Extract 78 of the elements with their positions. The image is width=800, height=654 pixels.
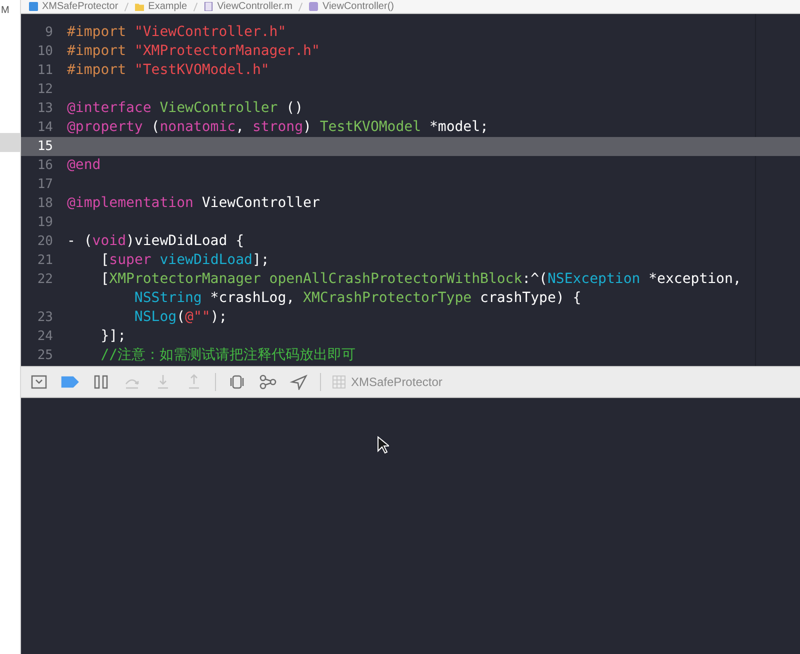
line-number: 24 xyxy=(37,329,53,344)
file-icon xyxy=(204,2,214,11)
line-number: 14 xyxy=(37,120,53,135)
code-text: }]; xyxy=(100,328,126,344)
code-text: [ xyxy=(100,252,110,268)
code-text: [ xyxy=(100,271,110,287)
keyword-text: @interface xyxy=(67,100,152,116)
line-number: 9 xyxy=(45,25,53,40)
jump-bar-item[interactable]: XMSafeProtector xyxy=(29,0,118,12)
breakpoint-icon[interactable] xyxy=(60,374,80,390)
keyword-text: @end xyxy=(67,157,101,173)
system-symbol: NSLog xyxy=(133,309,177,325)
system-symbol: NSString xyxy=(133,290,202,306)
code-text: crashType) { xyxy=(479,290,582,306)
line-number: 19 xyxy=(37,215,53,230)
line-number: 18 xyxy=(37,196,53,211)
type-name: XMProtectorManager openAllCrashProtectorWithBlock xyxy=(109,271,522,287)
folder-icon xyxy=(135,2,144,11)
code-text: :^( xyxy=(522,271,548,287)
code-text: *exception, xyxy=(648,271,742,287)
code-text: *crashLog, xyxy=(209,290,296,306)
line-number: 17 xyxy=(37,177,53,192)
keyword-text: void xyxy=(92,233,126,249)
type-name: TestKVOModel xyxy=(320,119,422,135)
line-number: 13 xyxy=(37,101,53,116)
string-literal: @"" xyxy=(185,309,210,325)
path-separator-icon xyxy=(298,2,304,12)
code-text: *model; xyxy=(428,119,488,135)
type-name: XMCrashProtectorType xyxy=(303,290,472,306)
code-text: - ( xyxy=(67,233,92,249)
line-number: 25 xyxy=(37,348,53,363)
keyword-text: strong xyxy=(252,119,304,135)
preprocessor-text: #import xyxy=(67,24,126,40)
code-text: ( xyxy=(176,309,186,325)
string-literal: "ViewController.h" xyxy=(133,24,286,40)
location-icon[interactable] xyxy=(289,374,309,390)
keyword-text: @implementation xyxy=(67,195,194,211)
code-comment: //注意：如需测试请把注释代码放出即可 xyxy=(100,347,356,363)
mouse-pointer-icon xyxy=(377,436,389,454)
keyword-text: super xyxy=(109,252,152,268)
line-number: 11 xyxy=(37,63,53,78)
jump-bar-item[interactable]: ViewController.m xyxy=(204,0,292,12)
code-text: , xyxy=(236,119,246,135)
line-number: 23 xyxy=(37,310,53,325)
jump-bar-item[interactable]: ViewController() xyxy=(309,0,394,12)
line-number: 15 xyxy=(37,139,53,154)
line-number: 12 xyxy=(37,82,53,97)
system-symbol: NSException xyxy=(547,271,640,287)
code-text: ViewController xyxy=(200,195,320,211)
code-text: ( xyxy=(150,119,160,135)
line-number: 10 xyxy=(37,44,53,59)
memory-graph-icon[interactable] xyxy=(258,374,278,390)
grid-icon xyxy=(332,375,346,389)
code-text: )viewDidLoad { xyxy=(126,233,244,249)
code-text: ); xyxy=(210,309,228,325)
jump-bar-item[interactable]: Example xyxy=(135,0,188,12)
preprocessor-text: #import xyxy=(67,43,126,59)
line-number: 21 xyxy=(37,253,53,268)
type-name: ViewController xyxy=(158,100,278,116)
sidebar-label: M xyxy=(0,4,10,16)
line-number: 16 xyxy=(37,158,53,173)
line-number: 22 xyxy=(37,272,53,287)
project-icon xyxy=(29,2,38,11)
line-number: 20 xyxy=(37,234,53,249)
method-icon xyxy=(309,2,318,11)
keyword-text: @property xyxy=(67,119,143,135)
code-text: ) xyxy=(303,119,312,135)
keyword-text: nonatomic xyxy=(160,119,236,135)
hide-panel-icon[interactable] xyxy=(29,374,49,390)
string-literal: "TestKVOModel.h" xyxy=(133,62,270,78)
code-text: ]; xyxy=(252,252,270,268)
preprocessor-text: #import xyxy=(67,62,126,78)
target-selector[interactable]: XMSafeProtector xyxy=(332,375,442,389)
path-separator-icon xyxy=(193,2,198,12)
system-symbol: viewDidLoad xyxy=(158,252,252,268)
string-literal: "XMProtectorManager.h" xyxy=(133,43,320,59)
path-separator-icon xyxy=(124,2,130,12)
code-text: () xyxy=(285,100,304,116)
